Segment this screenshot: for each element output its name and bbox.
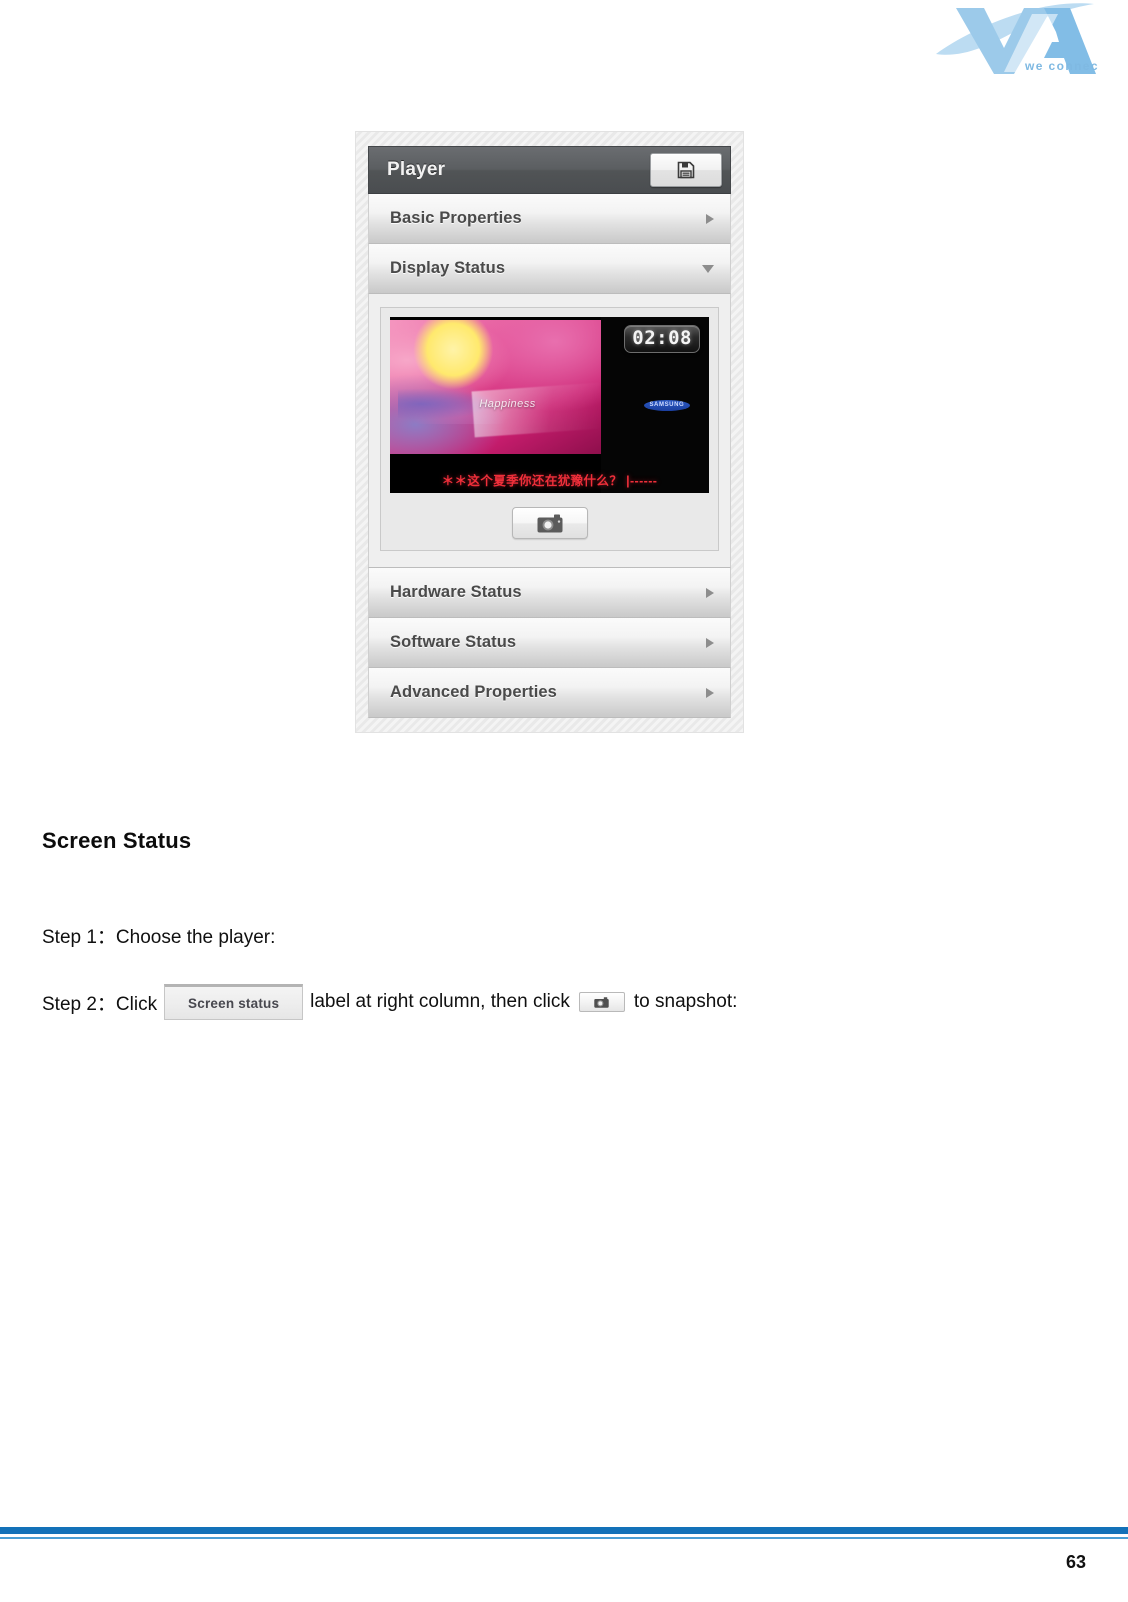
floppy-disk-icon	[677, 161, 695, 179]
page-number: 63	[1065, 1552, 1086, 1572]
preview-subtitle: ＊＊这个夏季你还在犹豫什么？ |------	[441, 474, 658, 488]
screen-preview-image: Happiness SAMSUNG 02:08 ＊＊这个夏季你还在犹豫什么？ |…	[390, 317, 709, 493]
panel-title: Player	[387, 159, 446, 180]
section-label: Advanced Properties	[390, 683, 557, 701]
section-advanced-properties[interactable]: Advanced Properties	[368, 668, 731, 718]
step-2-line: Step 2：Click Screen status label at righ…	[42, 984, 737, 1020]
chevron-right-icon	[706, 637, 714, 648]
step-1-text: Step 1：Choose the player:	[42, 927, 276, 948]
chevron-right-icon	[706, 687, 714, 698]
snapshot-row	[390, 507, 709, 539]
player-panel: Player Basic Properties Display Status H…	[368, 146, 731, 718]
section-software-status[interactable]: Software Status	[368, 618, 731, 668]
samsung-logo-overlay: SAMSUNG	[643, 399, 690, 411]
chevron-down-icon	[702, 264, 714, 273]
preview-calligraphy	[471, 382, 602, 438]
snapshot-button[interactable]	[511, 507, 588, 539]
step-1-line: Step 1：Choose the player:	[42, 922, 275, 949]
preview-artwork-caption: Happiness	[479, 397, 536, 410]
via-logo-mark: we connect	[936, 3, 1098, 74]
section-hardware-status[interactable]: Hardware Status	[368, 568, 731, 618]
display-status-body: Happiness SAMSUNG 02:08 ＊＊这个夏季你还在犹豫什么？ |…	[368, 294, 731, 568]
section-basic-properties[interactable]: Basic Properties	[368, 194, 731, 244]
clock-time: 02:08	[632, 327, 692, 349]
footer-rule-secondary	[0, 1537, 1128, 1539]
footer-rule-primary	[0, 1527, 1128, 1534]
chevron-right-icon	[706, 587, 714, 598]
camera-icon	[594, 996, 610, 1008]
screenshot-frame: Happiness SAMSUNG 02:08 ＊＊这个夏季你还在犹豫什么？ |…	[380, 307, 719, 551]
section-label: Software Status	[390, 633, 517, 651]
screen-status-button[interactable]: Screen status	[164, 984, 304, 1020]
clock-widget: 02:08	[624, 325, 700, 353]
page-heading: Screen Status	[42, 828, 192, 853]
chevron-right-icon	[706, 213, 714, 224]
step-2-middle: label at right column, then click	[310, 991, 570, 1012]
player-panel-figure: Player Basic Properties Display Status H…	[355, 131, 744, 733]
inline-camera-button[interactable]	[578, 992, 625, 1012]
step-2-suffix: to snapshot:	[633, 991, 738, 1012]
svg-text:we connect: we connect	[1024, 59, 1098, 73]
step-2-prefix: Step 2：Click	[42, 993, 158, 1015]
section-label: Basic Properties	[390, 209, 522, 227]
page-header: we connect	[0, 0, 1128, 90]
section-label: Hardware Status	[390, 583, 522, 601]
section-label: Display Status	[390, 259, 506, 277]
save-button[interactable]	[650, 153, 722, 187]
section-display-status[interactable]: Display Status	[368, 244, 731, 294]
via-logo: we connect	[928, 2, 1098, 80]
panel-titlebar: Player	[368, 146, 731, 194]
camera-icon	[537, 514, 562, 532]
